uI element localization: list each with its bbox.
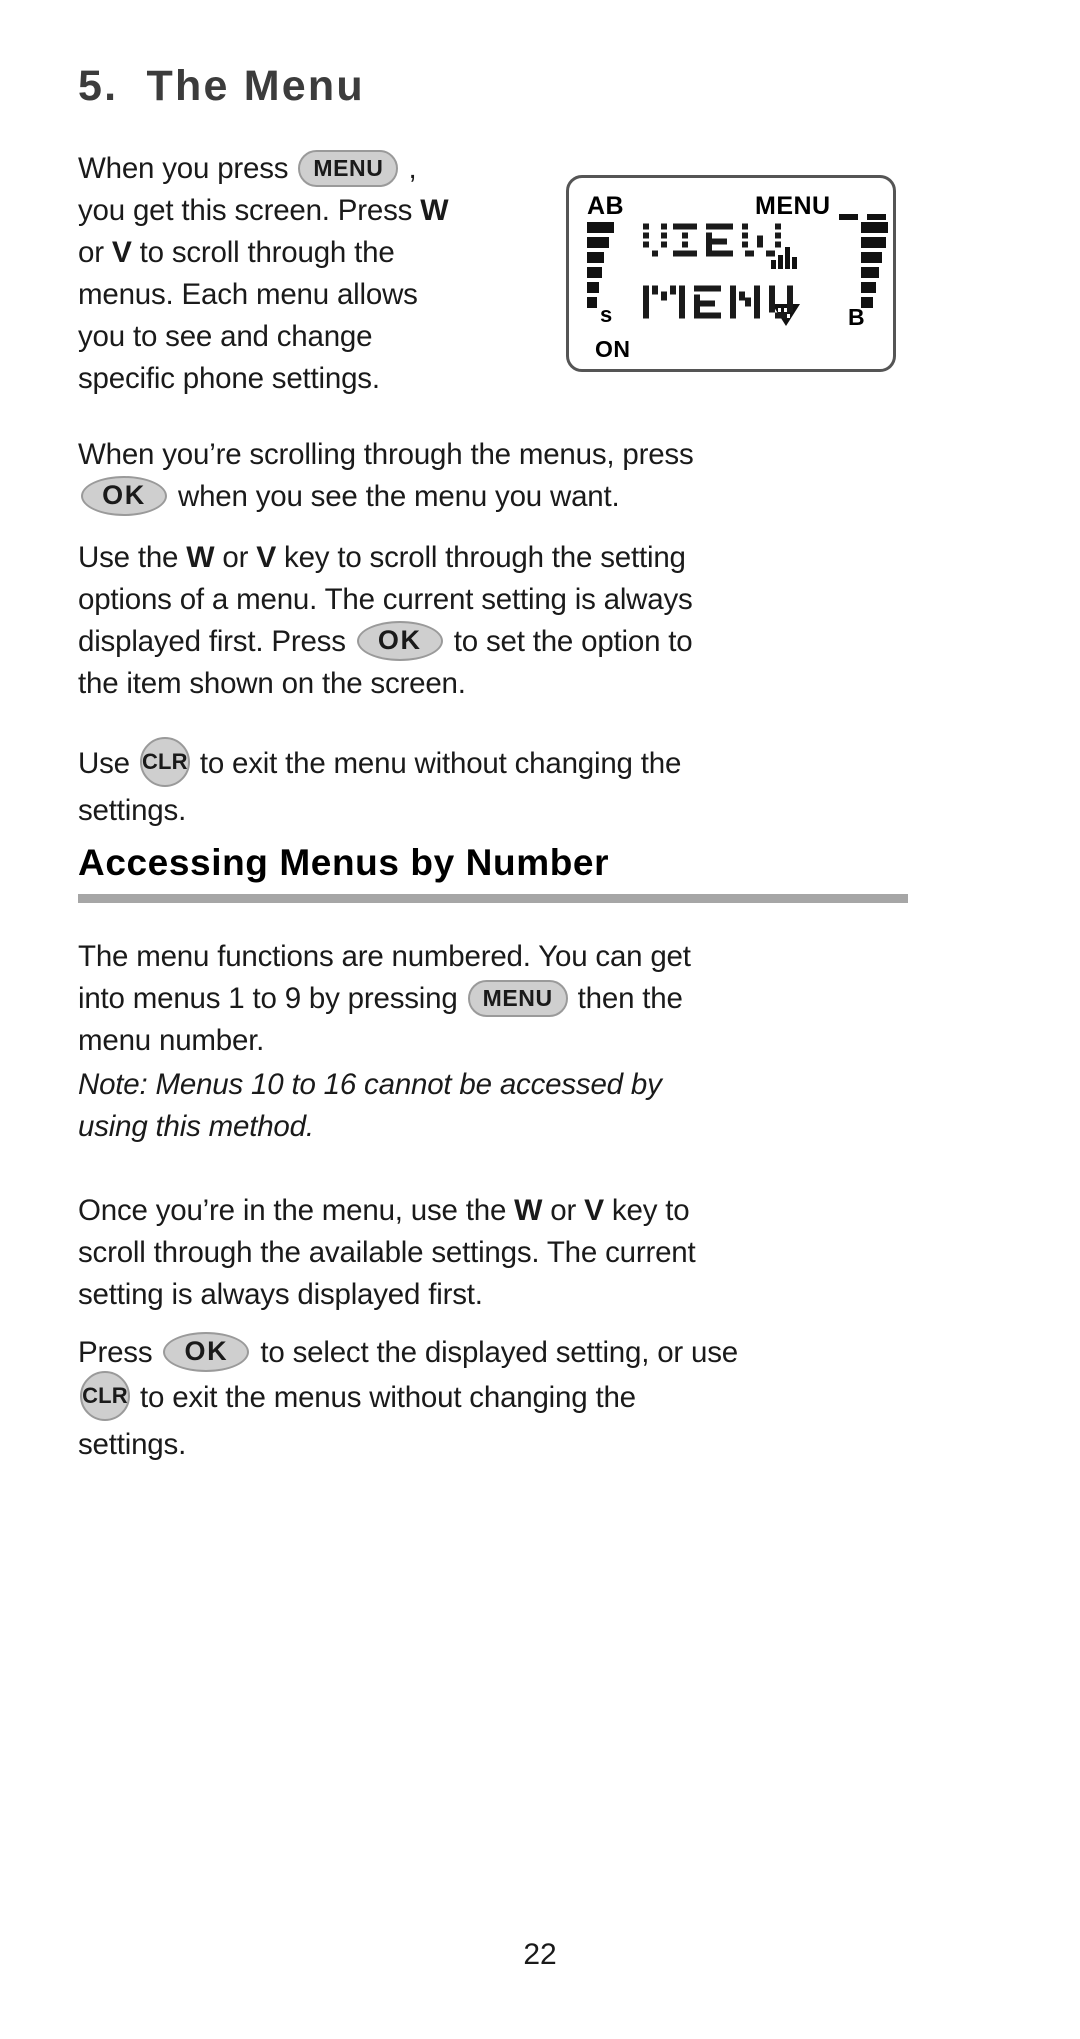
lcd-indicator-on: ON bbox=[595, 336, 631, 362]
section-heading: Accessing Menus by Number bbox=[78, 842, 610, 883]
lcd-dash-icon bbox=[839, 214, 858, 220]
page-title: 5. The Menu bbox=[78, 62, 365, 110]
lcd-indicator-b: B bbox=[848, 304, 865, 330]
use-key-text-1: Use the bbox=[78, 541, 187, 574]
paragraph-once: Once you’re in the menu, use the W or V … bbox=[78, 1190, 738, 1316]
exit-text-1: Use bbox=[78, 746, 138, 780]
press-text-1: Press bbox=[78, 1336, 161, 1369]
ok-key-badge[interactable]: OK bbox=[163, 1332, 250, 1373]
clr-key-badge[interactable]: CLR bbox=[80, 1371, 130, 1422]
lcd-indicator-ab: AB bbox=[587, 192, 625, 220]
lcd-signal-bars-icon bbox=[587, 222, 614, 312]
press-text-3: to exit the menus without changing the s… bbox=[78, 1381, 636, 1462]
lcd-text-line-2 bbox=[643, 282, 793, 334]
menu-key-badge[interactable]: MENU bbox=[467, 979, 568, 1017]
paragraph-intro: When you press MENU , you get this scree… bbox=[78, 148, 458, 400]
clr-key-badge[interactable]: CLR bbox=[139, 737, 190, 787]
up-arrow-key: W bbox=[420, 194, 449, 227]
paragraph-scrolling: When you’re scrolling through the menus,… bbox=[78, 434, 738, 518]
lcd-text-line-1 bbox=[643, 220, 793, 272]
down-arrow-key: V bbox=[256, 541, 277, 574]
down-arrow-key: V bbox=[584, 1194, 604, 1227]
up-arrow-key: W bbox=[186, 541, 215, 574]
once-text-1: Once you’re in the menu, use the bbox=[78, 1194, 515, 1227]
scrolling-text-1: When you’re scrolling through the menus,… bbox=[78, 438, 694, 471]
phone-lcd-screen: AB MENU s ON B bbox=[566, 175, 896, 372]
paragraph-exit: Use CLR to exit the menu without changin… bbox=[78, 737, 738, 832]
lcd-dash-icon bbox=[867, 214, 886, 220]
up-arrow-key: W bbox=[514, 1194, 543, 1227]
ok-key-badge[interactable]: OK bbox=[356, 621, 443, 662]
paragraph-numbered: The menu functions are numbered. You can… bbox=[78, 936, 738, 1062]
lcd-indicator-s: s bbox=[600, 302, 613, 327]
lcd-indicator-menu: MENU bbox=[755, 192, 831, 220]
page-number: 22 bbox=[523, 1938, 557, 1971]
lcd-battery-bars-icon bbox=[861, 222, 888, 312]
paragraph-note: Note: Menus 10 to 16 cannot be accessed … bbox=[78, 1068, 662, 1143]
heading-underline bbox=[78, 894, 908, 903]
once-text-2: or bbox=[542, 1194, 585, 1227]
manual-page: 5. The Menu When you press MENU , you ge… bbox=[0, 0, 1080, 2039]
ok-key-badge[interactable]: OK bbox=[81, 476, 167, 517]
intro-text-3: or bbox=[78, 236, 112, 269]
paragraph-press: Press OK to select the displayed setting… bbox=[78, 1332, 738, 1466]
intro-text-1: When you press bbox=[78, 152, 297, 185]
press-text-2: to select the displayed setting, or use bbox=[252, 1336, 738, 1369]
paragraph-use-key: Use the W or V key to scroll through the… bbox=[78, 537, 738, 705]
down-arrow-key: V bbox=[111, 236, 132, 269]
scrolling-text-2: when you see the menu you want. bbox=[170, 480, 620, 513]
use-key-text-2: or bbox=[214, 541, 257, 574]
menu-key-badge[interactable]: MENU bbox=[298, 149, 399, 187]
